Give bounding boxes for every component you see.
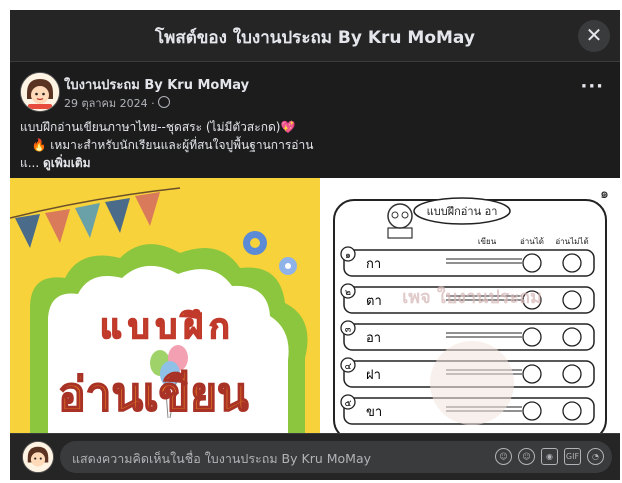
- close-icon: ✕: [585, 23, 603, 47]
- row-number: ๓: [345, 325, 351, 335]
- heart-emoji-icon: 💖: [280, 120, 296, 134]
- caption-line-2: 🔥 เหมาะสำหรับนักเรียนและผู้ที่สนใจปูพื้น…: [20, 136, 610, 154]
- avatar-cartoon-icon: [21, 73, 59, 111]
- emoji-icon[interactable]: ☺: [518, 448, 535, 465]
- comment-input[interactable]: แสดงความคิดเห็นในชื่อ ใบงานประถม By Kru …: [60, 441, 612, 473]
- row-number: ๔: [345, 362, 352, 372]
- row-word: ตา: [366, 294, 382, 309]
- more-options-button[interactable]: ···: [580, 76, 604, 97]
- caption-line-3: แ... ดูเพิ่มเติม: [20, 154, 610, 172]
- modal-title: โพสต์ของ ใบงานประถม By Kru MoMay: [155, 28, 475, 48]
- user-avatar-icon: [23, 442, 53, 472]
- page-background: โพสต์ของ ใบงานประถม By Kru MoMay ✕ ใบงาน…: [0, 0, 622, 483]
- row-word: กา: [366, 257, 381, 272]
- watermark: เพจ ใบงานประถม: [402, 286, 542, 308]
- cover-line-2: อ่านเขียน: [58, 367, 249, 421]
- worksheet-page-number: ๑: [600, 186, 609, 202]
- fire-emoji-icon: 🔥: [31, 138, 47, 152]
- page-avatar[interactable]: [20, 72, 60, 112]
- row-number: ๑: [345, 251, 351, 261]
- user-avatar[interactable]: [22, 441, 54, 473]
- cover-illustration: แบบฝึก อ่านเขียน: [10, 178, 320, 433]
- caption-line-1: แบบฝึกอ่านเขียนภาษาไทย--ชุดสระ (ไม่มีตัว…: [20, 118, 610, 136]
- col-write: เขียน: [478, 237, 497, 246]
- post-caption: แบบฝึกอ่านเขียนภาษาไทย--ชุดสระ (ไม่มีตัว…: [20, 118, 610, 172]
- cover-line-1: แบบฝึก: [100, 307, 236, 347]
- worksheet-image: ๑ แบบฝึกอ่าน อา เขียน อ่านได้ อ่านไม่ได้…: [322, 178, 620, 433]
- cover-image: แบบฝึก อ่านเขียน: [10, 178, 320, 433]
- comment-placeholder: แสดงความคิดเห็นในชื่อ ใบงานประถม By Kru …: [72, 451, 371, 466]
- globe-icon: [157, 96, 170, 108]
- row-word: ขา: [366, 405, 382, 420]
- camera-icon[interactable]: ◉: [541, 448, 558, 465]
- worksheet-illustration: ๑ แบบฝึกอ่าน อา เขียน อ่านได้ อ่านไม่ได้…: [322, 178, 620, 433]
- avatar-sticker-icon[interactable]: ☺: [495, 448, 512, 465]
- post-date-text: 29 ตุลาคม 2024 ·: [64, 97, 155, 110]
- row-word: ฝา: [366, 368, 381, 383]
- comment-tools: ☺ ☺ ◉ GIF ◔: [495, 448, 604, 466]
- col-can-read: อ่านได้: [520, 237, 544, 246]
- row-number: ๕: [345, 399, 352, 409]
- comment-bar: แสดงความคิดเห็นในชื่อ ใบงานประถม By Kru …: [10, 433, 620, 480]
- caption-text-1: แบบฝึกอ่านเขียนภาษาไทย--ชุดสระ (ไม่มีตัว…: [20, 120, 281, 134]
- sticker-icon[interactable]: ◔: [587, 448, 604, 465]
- author-name[interactable]: ใบงานประถม By Kru MoMay: [64, 74, 249, 95]
- row-word: อา: [366, 331, 381, 346]
- caption-text-2: เหมาะสำหรับนักเรียนและผู้ที่สนใจปูพื้นฐา…: [50, 138, 314, 152]
- caption-text-3: แ...: [20, 156, 40, 170]
- post-date[interactable]: 29 ตุลาคม 2024 ·: [64, 94, 170, 112]
- modal-header: โพสต์ของ ใบงานประถม By Kru MoMay ✕: [10, 10, 620, 62]
- row-number: ๒: [345, 288, 351, 298]
- post-image[interactable]: แบบฝึก อ่านเขียน ๑ แบบฝึกอ่าน อา เขียน อ…: [10, 178, 620, 433]
- col-cannot-read: อ่านไม่ได้: [555, 237, 588, 246]
- gif-icon[interactable]: GIF: [564, 448, 581, 465]
- post-modal: โพสต์ของ ใบงานประถม By Kru MoMay ✕ ใบงาน…: [10, 10, 620, 480]
- post-header: ใบงานประถม By Kru MoMay 29 ตุลาคม 2024 ·…: [10, 70, 620, 115]
- see-more-link[interactable]: ดูเพิ่มเติม: [43, 156, 91, 170]
- close-button[interactable]: ✕: [578, 20, 610, 52]
- worksheet-title: แบบฝึกอ่าน อา: [427, 205, 498, 218]
